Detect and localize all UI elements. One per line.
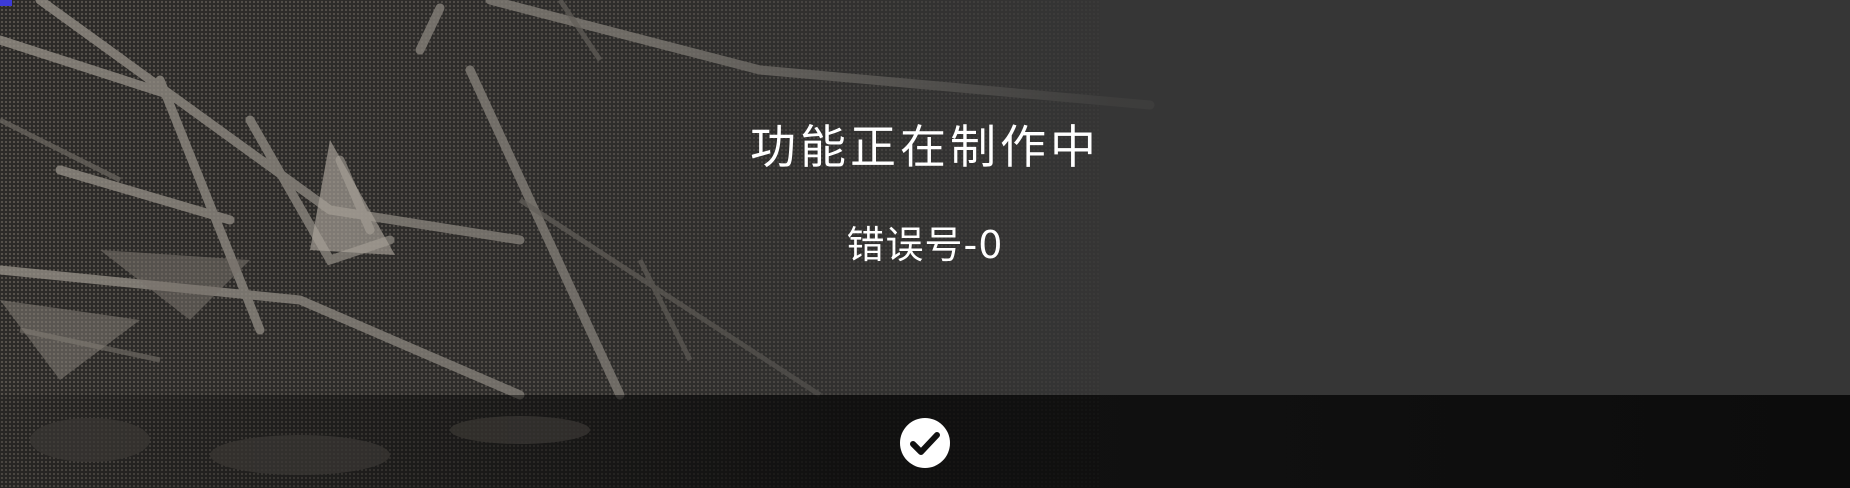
error-code: 错误号-0 (846, 223, 1004, 267)
checkmark-icon (910, 432, 940, 455)
confirm-button[interactable] (900, 418, 950, 468)
dialog-title: 功能正在制作中 (750, 120, 1100, 174)
error-dialog: 功能正在制作中 错误号-0 (0, 0, 1850, 488)
message-panel: 功能正在制作中 错误号-0 (0, 0, 1850, 395)
